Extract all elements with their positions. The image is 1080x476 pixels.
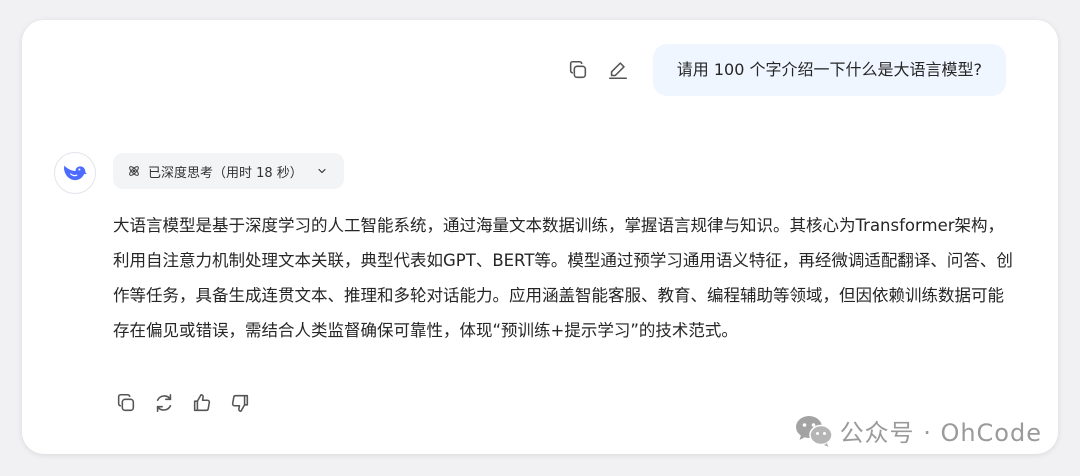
thumbs-up-icon[interactable] (189, 390, 215, 416)
user-message-bubble: 请用 100 个字介绍一下什么是大语言模型? (652, 44, 1006, 96)
deepseek-whale-icon (64, 165, 87, 181)
assistant-actions (113, 390, 253, 416)
regenerate-icon[interactable] (151, 390, 177, 416)
watermark-text: 公众号 · OhCode (839, 419, 1042, 447)
chevron-down-icon (318, 168, 326, 174)
chat-card: 请用 100 个字介绍一下什么是大语言模型? 已深度思考（用时 18 秒） 大语… (22, 20, 1058, 454)
atom-icon (129, 166, 139, 176)
assistant-avatar (54, 152, 96, 194)
user-message-actions (565, 57, 631, 83)
copy-icon[interactable] (113, 390, 139, 416)
thumbs-down-icon[interactable] (227, 390, 253, 416)
answer-paragraph: 大语言模型是基于深度学习的人工智能系统，通过海量文本数据训练，掌握语言规律与知识… (113, 216, 1013, 340)
edit-icon[interactable] (605, 57, 631, 83)
copy-icon[interactable] (565, 57, 591, 83)
watermark: 公众号 · OhCode (794, 413, 1042, 448)
user-message-row: 请用 100 个字介绍一下什么是大语言模型? (565, 44, 1006, 96)
assistant-answer: 大语言模型是基于深度学习的人工智能系统，通过海量文本数据训练，掌握语言规律与知识… (113, 208, 1013, 348)
deep-thinking-toggle[interactable]: 已深度思考（用时 18 秒） (113, 153, 344, 189)
wechat-icon (795, 415, 833, 447)
thinking-label: 已深度思考（用时 18 秒） (148, 165, 303, 181)
